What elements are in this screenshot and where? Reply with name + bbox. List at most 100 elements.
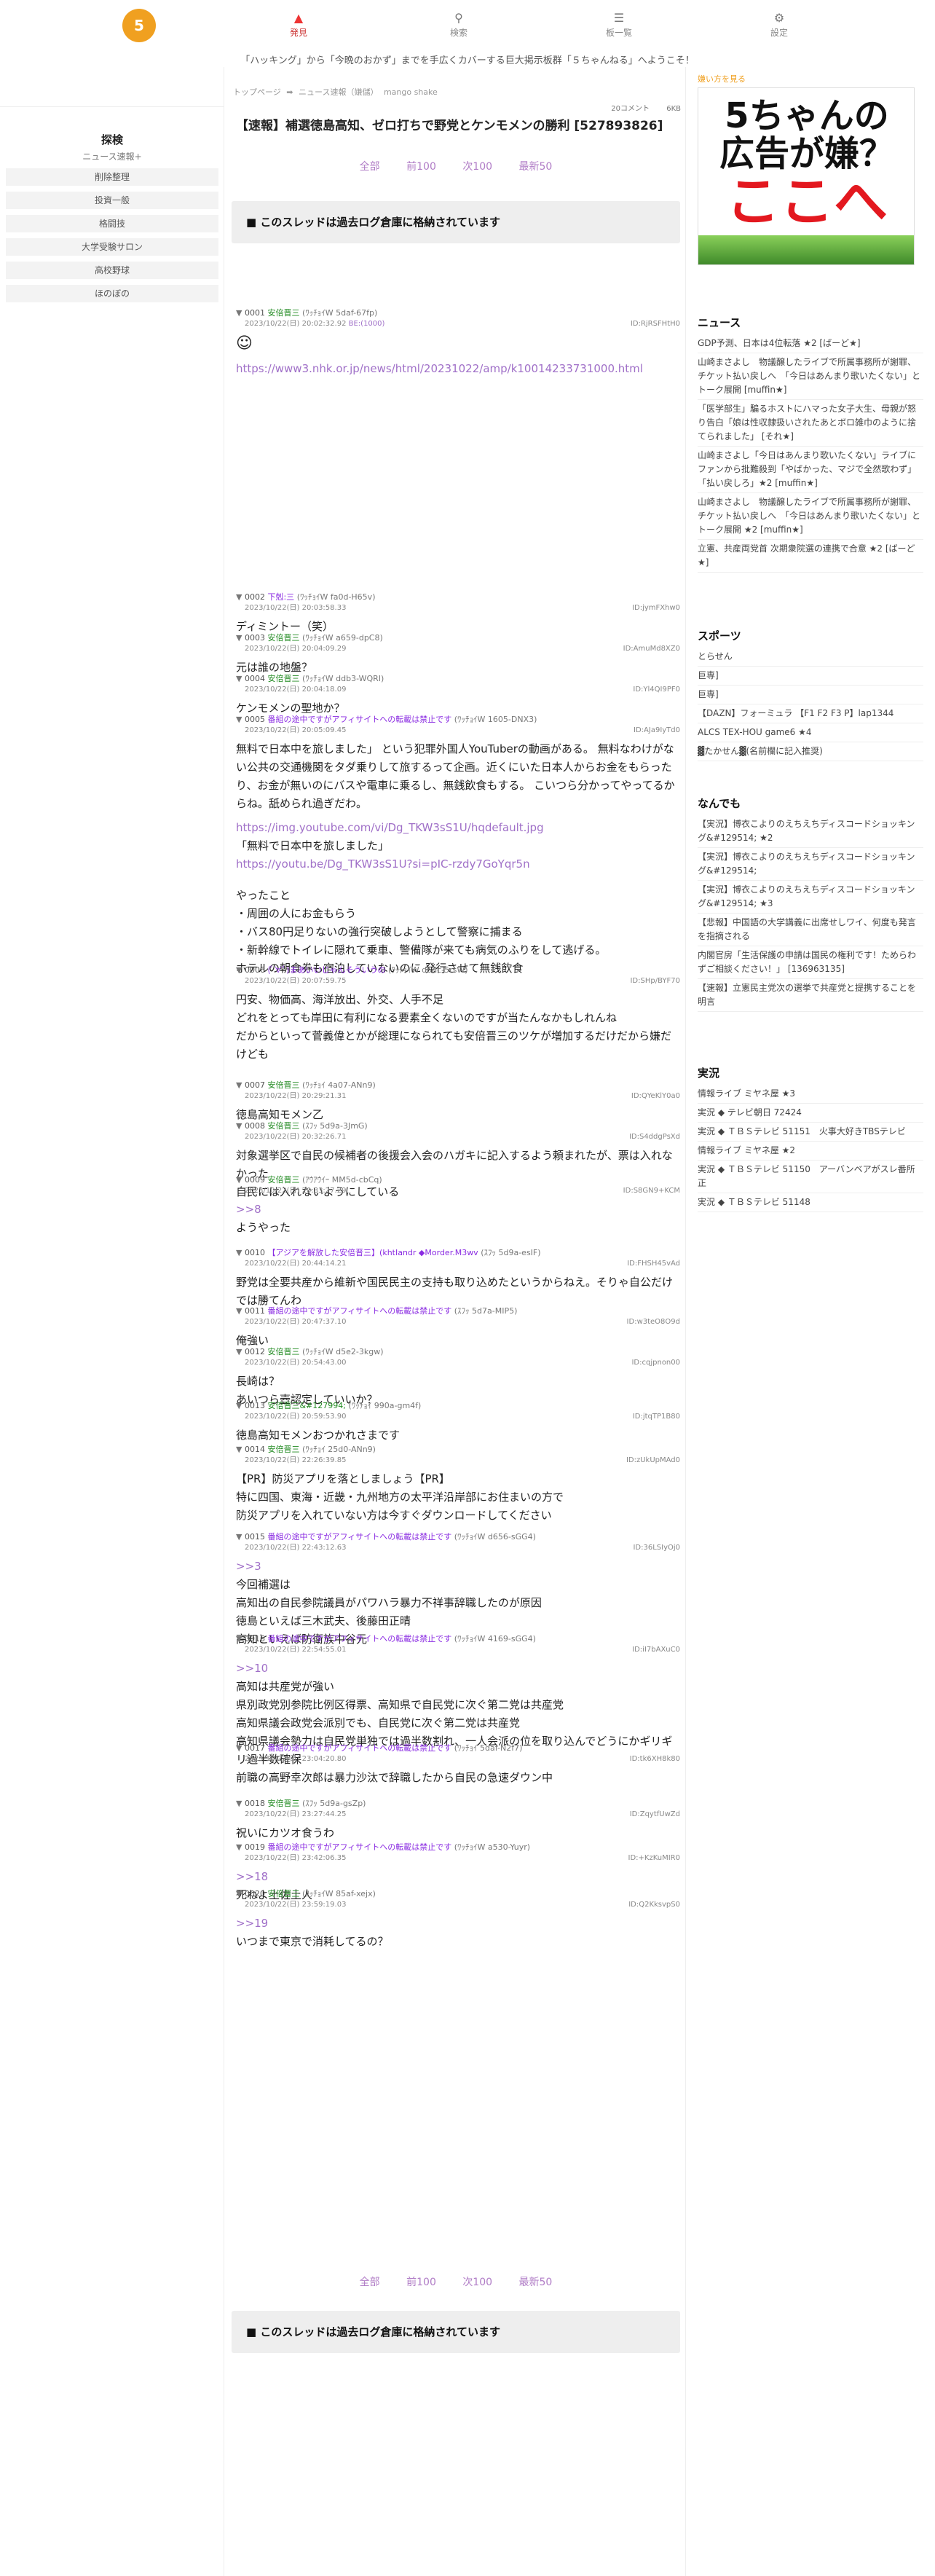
post-number[interactable]: 0019 xyxy=(245,1842,265,1852)
explore-item[interactable]: ほのぼの xyxy=(6,285,218,302)
post-id[interactable]: ID:RjRSFHtH0 xyxy=(631,319,680,329)
news-item[interactable]: 山崎まさよし 物議醸したライブで所属事務所が謝罪、チケット払い戻しへ 「今日はあ… xyxy=(698,353,923,400)
post-id[interactable]: ID:iI7bAXuC0 xyxy=(632,1645,680,1655)
post-number[interactable]: 0010 xyxy=(245,1248,265,1257)
pager-latest-link[interactable]: 最新50 xyxy=(519,161,553,173)
post-menu-icon[interactable]: ▼ xyxy=(236,1743,245,1753)
post-id[interactable]: ID:36LSIyOj0 xyxy=(633,1543,680,1553)
sports-item[interactable]: とらせん xyxy=(698,648,923,667)
post-menu-icon[interactable]: ▼ xyxy=(236,1532,245,1542)
pager-all-link[interactable]: 全部 xyxy=(360,161,380,173)
pager-prev-link[interactable]: 前100 xyxy=(406,161,436,173)
nav-search-button[interactable]: ⚲ 検索 xyxy=(430,10,488,39)
post-be[interactable]: BE:(1000) xyxy=(349,320,385,328)
post-anchor-link[interactable]: >>19 xyxy=(236,1915,680,1933)
news-item[interactable]: 「医学部生」騙るホストにハマった女子大生、母親が怒り告白「娘は性収隷扱いされたあ… xyxy=(698,400,923,447)
post-anchor-link[interactable]: >>3 xyxy=(236,1558,680,1576)
post-id[interactable]: ID:+KzKuMIR0 xyxy=(628,1853,681,1864)
post-number[interactable]: 0002 xyxy=(245,592,265,602)
post-number[interactable]: 0006 xyxy=(245,965,265,975)
post-id[interactable]: ID:cqjpnon00 xyxy=(631,1358,680,1368)
news-item[interactable]: 山崎まさよし 物議醸したライブで所属事務所が謝罪、チケット払い戻しへ 「今日はあ… xyxy=(698,493,923,540)
post-id[interactable]: ID:tk6XH8k80 xyxy=(630,1754,680,1764)
ad-hide-link[interactable]: 嫌い方を見る xyxy=(698,73,746,85)
live-item[interactable]: 実況 ◆ ＴＢＳテレビ 51150 アーバンベアがスレ番所正 xyxy=(698,1161,923,1193)
post-id[interactable]: ID:w3teO8O9d xyxy=(627,1317,680,1327)
post-menu-icon[interactable]: ▼ xyxy=(236,965,245,975)
post-link[interactable]: https://www3.nhk.or.jp/news/html/2023102… xyxy=(236,360,680,378)
post-number[interactable]: 0012 xyxy=(245,1347,265,1356)
live-item[interactable]: 情報ライブ ミヤネ屋 ★2 xyxy=(698,1142,923,1161)
explore-subtitle[interactable]: ニュース速報+ xyxy=(0,150,224,162)
post-number[interactable]: 0009 xyxy=(245,1175,265,1185)
post-id[interactable]: ID:zUkUpMAd0 xyxy=(626,1456,680,1466)
post-id[interactable]: ID:jymFXhw0 xyxy=(632,603,680,613)
pager-next-link[interactable]: 次100 xyxy=(462,2277,492,2288)
post-number[interactable]: 0008 xyxy=(245,1121,265,1131)
sports-item[interactable]: 【DAZN】フォーミュラ 【F1 F2 F3 P】lap1344 xyxy=(698,704,923,723)
live-item[interactable]: 実況 ◆ テレビ朝日 72424 xyxy=(698,1104,923,1123)
post-number[interactable]: 0014 xyxy=(245,1445,265,1454)
live-item[interactable]: 実況 ◆ ＴＢＳテレビ 51148 xyxy=(698,1193,923,1212)
post-menu-icon[interactable]: ▼ xyxy=(236,592,245,602)
post-id[interactable]: ID:ZqytfUwZd xyxy=(630,1810,680,1820)
ad-banner[interactable]: 5ちゃんの 広告が嫌？ ここへ xyxy=(698,87,915,265)
post-id[interactable]: ID:SHp/BYF70 xyxy=(630,976,680,986)
anything-item[interactable]: 【実況】博衣こよりのえちえちディスコードショッキング&#129514; ★2 xyxy=(698,815,923,848)
explore-item[interactable]: 格闘技 xyxy=(6,215,218,232)
post-number[interactable]: 0007 xyxy=(245,1080,265,1090)
post-menu-icon[interactable]: ▼ xyxy=(236,1347,245,1356)
sports-item[interactable]: ALCS TEX-HOU game6 ★4 xyxy=(698,723,923,742)
post-number[interactable]: 0018 xyxy=(245,1799,265,1808)
post-anchor-link[interactable]: >>18 xyxy=(236,1868,680,1886)
post-id[interactable]: ID:Yl4QI9PF0 xyxy=(633,685,680,695)
post-menu-icon[interactable]: ▼ xyxy=(236,1175,245,1185)
explore-item[interactable]: 投資一般 xyxy=(6,192,218,209)
site-logo[interactable]: 5 xyxy=(122,9,156,42)
post-menu-icon[interactable]: ▼ xyxy=(236,674,245,683)
sports-item[interactable]: 巨専] xyxy=(698,667,923,686)
explore-item[interactable]: 大学受験サロン xyxy=(6,238,218,256)
pager-all-link[interactable]: 全部 xyxy=(360,2277,380,2288)
post-number[interactable]: 0017 xyxy=(245,1743,265,1753)
post-number[interactable]: 0011 xyxy=(245,1306,265,1316)
post-menu-icon[interactable]: ▼ xyxy=(236,1842,245,1852)
post-number[interactable]: 0015 xyxy=(245,1532,265,1542)
anything-item[interactable]: 【実況】博衣こよりのえちえちディスコードショッキング&#129514; xyxy=(698,848,923,881)
breadcrumb-board-link[interactable]: ニュース速報（嫌儲） xyxy=(299,87,378,97)
breadcrumb-top-link[interactable]: トップページ xyxy=(233,87,281,97)
post-number[interactable]: 0005 xyxy=(245,715,265,724)
post-number[interactable]: 0004 xyxy=(245,674,265,683)
post-menu-icon[interactable]: ▼ xyxy=(236,633,245,643)
explore-item[interactable]: 高校野球 xyxy=(6,262,218,279)
live-item[interactable]: 情報ライブ ミヤネ屋 ★3 xyxy=(698,1085,923,1104)
post-menu-icon[interactable]: ▼ xyxy=(236,1121,245,1131)
post-menu-icon[interactable]: ▼ xyxy=(236,1634,245,1644)
pager-next-link[interactable]: 次100 xyxy=(462,161,492,173)
post-id[interactable]: ID:S4ddgPsXd xyxy=(629,1132,680,1142)
pager-prev-link[interactable]: 前100 xyxy=(406,2277,436,2288)
post-menu-icon[interactable]: ▼ xyxy=(236,1306,245,1316)
post-number[interactable]: 0020 xyxy=(245,1889,265,1898)
post-menu-icon[interactable]: ▼ xyxy=(236,1799,245,1808)
anything-item[interactable]: 【悲報】中国語の大学講義に出席せしワイ、何度も発言を指摘される xyxy=(698,914,923,946)
post-id[interactable]: ID:FHSH45vAd xyxy=(627,1259,680,1269)
post-number[interactable]: 0013 xyxy=(245,1401,265,1410)
sports-item[interactable]: ▓たかせん▓(名前欄に記入推奨) xyxy=(698,742,923,761)
post-link-2[interactable]: https://youtu.be/Dg_TKW3sS1U?si=pIC-rzdy… xyxy=(236,855,680,873)
post-anchor-link[interactable]: >>10 xyxy=(236,1660,680,1678)
post-number[interactable]: 0016 xyxy=(245,1634,265,1644)
sports-item[interactable]: 巨専] xyxy=(698,686,923,704)
post-anchor-link[interactable]: >>8 xyxy=(236,1201,680,1219)
anything-item[interactable]: 【実況】博衣こよりのえちえちディスコードショッキング&#129514; ★3 xyxy=(698,881,923,914)
post-number[interactable]: 0003 xyxy=(245,633,265,643)
post-menu-icon[interactable]: ▼ xyxy=(236,715,245,724)
post-id[interactable]: ID:S8GN9+KCM xyxy=(623,1186,680,1196)
post-number[interactable]: 0001 xyxy=(245,308,265,318)
post-id[interactable]: ID:AJa9IyTd0 xyxy=(634,726,680,736)
post-id[interactable]: ID:Q2KksvpS0 xyxy=(628,1900,680,1910)
explore-item[interactable]: 削除整理 xyxy=(6,168,218,186)
post-menu-icon[interactable]: ▼ xyxy=(236,1248,245,1257)
post-menu-icon[interactable]: ▼ xyxy=(236,1445,245,1454)
nav-settings-button[interactable]: ⚙ 設定 xyxy=(750,10,808,39)
